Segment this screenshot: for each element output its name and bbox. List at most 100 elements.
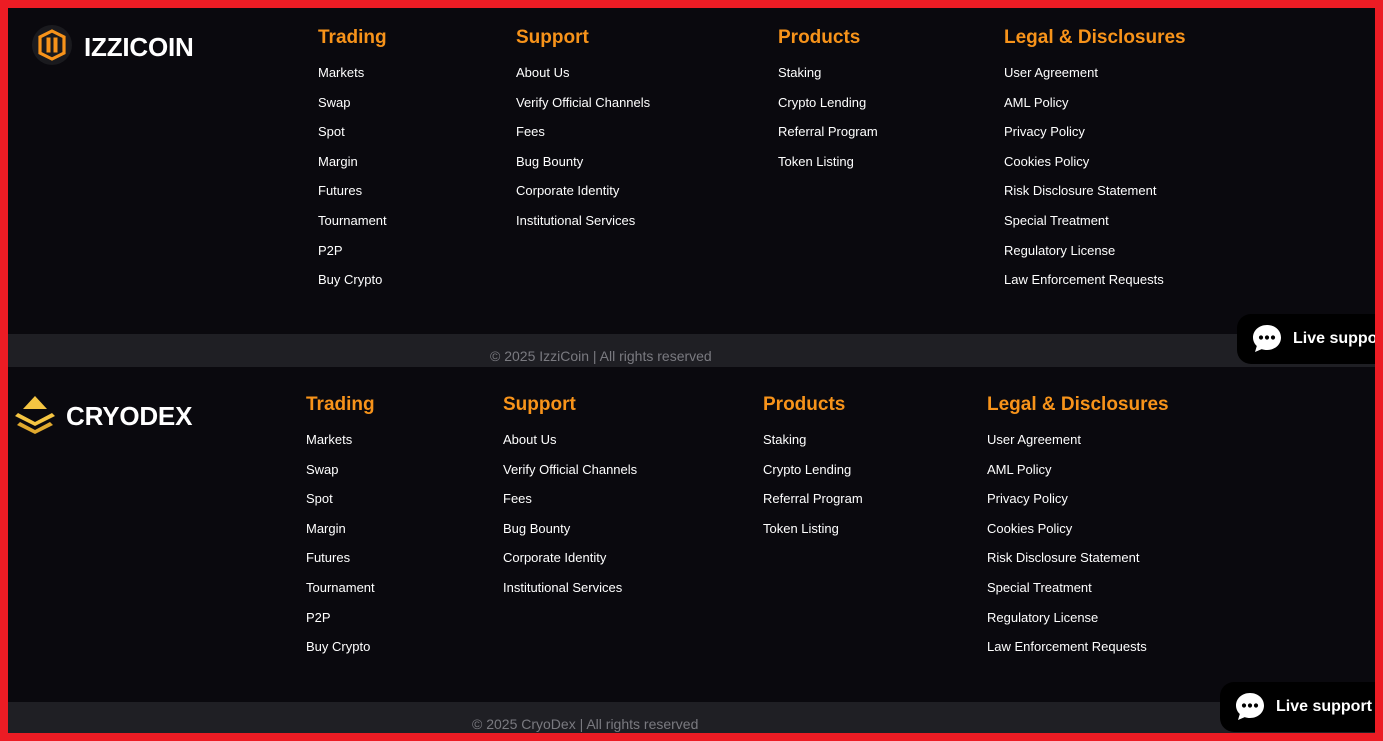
footer-link[interactable]: Privacy Policy: [987, 491, 1068, 506]
link-list: Markets Swap Spot Margin Futures Tournam…: [306, 432, 375, 669]
footer-link[interactable]: Crypto Lending: [778, 95, 866, 110]
footer-link[interactable]: Verify Official Channels: [516, 95, 650, 110]
footer-link[interactable]: Spot: [318, 124, 345, 139]
list-item: Token Listing: [763, 521, 863, 551]
list-item: Bug Bounty: [503, 521, 637, 551]
footer-link[interactable]: Bug Bounty: [516, 154, 583, 169]
footer-link[interactable]: Swap: [318, 95, 351, 110]
footer-link[interactable]: Markets: [306, 432, 352, 447]
list-item: Margin: [318, 154, 387, 184]
footer-link[interactable]: Risk Disclosure Statement: [1004, 183, 1156, 198]
footer-link[interactable]: User Agreement: [1004, 65, 1098, 80]
live-support-button[interactable]: Live support: [1220, 682, 1375, 732]
footer-link[interactable]: Referral Program: [778, 124, 878, 139]
products-column: Products Staking Crypto Lending Referral…: [778, 27, 878, 183]
live-support-label: Live support: [1293, 330, 1375, 347]
link-list: User Agreement AML Policy Privacy Policy…: [987, 432, 1169, 669]
footer-link[interactable]: P2P: [318, 243, 343, 258]
footer-link[interactable]: Staking: [763, 432, 806, 447]
list-item: Bug Bounty: [516, 154, 650, 184]
link-list: Markets Swap Spot Margin Futures Tournam…: [318, 65, 387, 302]
footer-link[interactable]: Token Listing: [778, 154, 854, 169]
footer-link[interactable]: Buy Crypto: [318, 272, 382, 287]
list-item: Special Treatment: [1004, 213, 1186, 243]
products-column: Products Staking Crypto Lending Referral…: [763, 394, 863, 550]
list-item: Corporate Identity: [516, 183, 650, 213]
footer-link[interactable]: Margin: [318, 154, 358, 169]
brand-name: CRYODEX: [66, 401, 193, 431]
list-item: User Agreement: [1004, 65, 1186, 95]
list-item: Risk Disclosure Statement: [987, 550, 1169, 580]
footer-link[interactable]: Markets: [318, 65, 364, 80]
list-item: Swap: [306, 462, 375, 492]
footer-link[interactable]: Special Treatment: [1004, 213, 1109, 228]
list-item: Privacy Policy: [1004, 124, 1186, 154]
footer-link[interactable]: Corporate Identity: [503, 550, 606, 565]
footer-link[interactable]: Referral Program: [763, 491, 863, 506]
list-item: User Agreement: [987, 432, 1169, 462]
footer-link[interactable]: Institutional Services: [516, 213, 635, 228]
link-list: About Us Verify Official Channels Fees B…: [503, 432, 637, 610]
footer-link[interactable]: Buy Crypto: [306, 639, 370, 654]
link-list: Staking Crypto Lending Referral Program …: [778, 65, 878, 183]
footer-link[interactable]: Tournament: [306, 580, 375, 595]
brand-logo[interactable]: IZZICOIN: [32, 25, 194, 70]
page-frame: IZZICOIN Trading Markets Swap Spot Margi…: [8, 8, 1375, 733]
list-item: Referral Program: [763, 491, 863, 521]
footer-link[interactable]: Cookies Policy: [1004, 154, 1089, 169]
footer-link[interactable]: Cookies Policy: [987, 521, 1072, 536]
footer-link[interactable]: Law Enforcement Requests: [1004, 272, 1164, 287]
list-item: Risk Disclosure Statement: [1004, 183, 1186, 213]
list-item: Tournament: [306, 580, 375, 610]
footer-link[interactable]: Spot: [306, 491, 333, 506]
link-list: Staking Crypto Lending Referral Program …: [763, 432, 863, 550]
footer-link[interactable]: Staking: [778, 65, 821, 80]
footer-link[interactable]: Swap: [306, 462, 339, 477]
footer-link[interactable]: Tournament: [318, 213, 387, 228]
trading-column: Trading Markets Swap Spot Margin Futures…: [318, 27, 387, 302]
link-list: About Us Verify Official Channels Fees B…: [516, 65, 650, 243]
footer-link[interactable]: Special Treatment: [987, 580, 1092, 595]
footer-link[interactable]: Margin: [306, 521, 346, 536]
footer-link[interactable]: Fees: [516, 124, 545, 139]
footer-link[interactable]: Corporate Identity: [516, 183, 619, 198]
copyright-bar: © 2025 IzziCoin | All rights reserved: [8, 334, 1375, 368]
footer-link[interactable]: Privacy Policy: [1004, 124, 1085, 139]
izzicoin-logo-icon: [32, 25, 72, 70]
list-item: Spot: [306, 491, 375, 521]
footer-link[interactable]: Verify Official Channels: [503, 462, 637, 477]
footer-link[interactable]: AML Policy: [1004, 95, 1069, 110]
footer-link[interactable]: Institutional Services: [503, 580, 622, 595]
footer-link[interactable]: Fees: [503, 491, 532, 506]
list-item: Markets: [318, 65, 387, 95]
list-item: Futures: [306, 550, 375, 580]
copyright-text: © 2025 CryoDex | All rights reserved: [472, 716, 699, 732]
footer-link[interactable]: Crypto Lending: [763, 462, 851, 477]
list-item: P2P: [306, 610, 375, 640]
izzicoin-footer: IZZICOIN Trading Markets Swap Spot Margi…: [8, 8, 1375, 368]
footer-link[interactable]: Futures: [306, 550, 350, 565]
footer-link[interactable]: Token Listing: [763, 521, 839, 536]
footer-link[interactable]: P2P: [306, 610, 331, 625]
brand-name: IZZICOIN: [84, 32, 194, 62]
footer-link[interactable]: Bug Bounty: [503, 521, 570, 536]
footer-link[interactable]: AML Policy: [987, 462, 1052, 477]
list-item: Futures: [318, 183, 387, 213]
footer-link[interactable]: About Us: [503, 432, 556, 447]
list-item: Law Enforcement Requests: [1004, 272, 1186, 302]
footer-link[interactable]: About Us: [516, 65, 569, 80]
brand-logo[interactable]: CRYODEX: [14, 394, 192, 439]
footer-link[interactable]: Regulatory License: [987, 610, 1098, 625]
list-item: AML Policy: [987, 462, 1169, 492]
link-list: User Agreement AML Policy Privacy Policy…: [1004, 65, 1186, 302]
footer-link[interactable]: Regulatory License: [1004, 243, 1115, 258]
list-item: Crypto Lending: [763, 462, 863, 492]
footer-link[interactable]: Risk Disclosure Statement: [987, 550, 1139, 565]
column-title: Support: [516, 27, 589, 48]
live-support-button[interactable]: Live support: [1237, 314, 1375, 364]
footer-link[interactable]: Futures: [318, 183, 362, 198]
footer-link[interactable]: Law Enforcement Requests: [987, 639, 1147, 654]
list-item: Privacy Policy: [987, 491, 1169, 521]
cryodex-logo-icon: [14, 394, 56, 439]
footer-link[interactable]: User Agreement: [987, 432, 1081, 447]
